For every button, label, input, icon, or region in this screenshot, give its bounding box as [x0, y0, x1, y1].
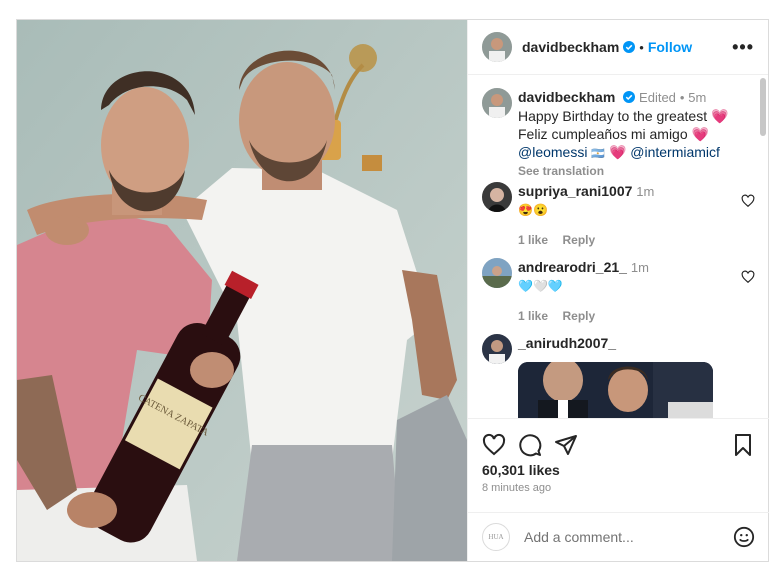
comment-time[interactable]: 1m — [636, 184, 654, 199]
comment-username[interactable]: supriya_rani1007 — [518, 183, 632, 199]
comment-avatar[interactable] — [482, 182, 512, 212]
photo-illustration: CATENA ZAPATA — [17, 20, 467, 561]
comment-avatar[interactable] — [482, 258, 512, 288]
comment-text: 😍😮 — [518, 203, 548, 217]
comment-avatar[interactable] — [482, 334, 512, 364]
add-comment-input[interactable]: Add a comment... — [524, 529, 634, 545]
caption-username[interactable]: davidbeckham — [518, 89, 615, 105]
post-time[interactable]: 8 minutes ago — [482, 482, 551, 494]
caption-dot: • — [679, 90, 685, 105]
more-icon[interactable]: ••• — [732, 37, 754, 58]
caption-line-1: Happy Birthday to the greatest 💗 — [518, 108, 729, 124]
follow-button[interactable]: Follow — [648, 39, 692, 55]
likes-count[interactable]: 60,301 likes — [482, 462, 560, 478]
author-avatar[interactable] — [482, 32, 512, 62]
comment-item: supriya_rani1007 1m 😍😮 1 like Reply — [482, 182, 755, 252]
edited-label: Edited — [639, 90, 676, 105]
reply-button[interactable]: Reply — [562, 233, 595, 247]
comment-username[interactable]: _anirudh2007_ — [518, 335, 616, 351]
comment-likes[interactable]: 1 like — [518, 233, 548, 247]
comment-username[interactable]: andrearodri_21_ — [518, 259, 627, 275]
caption-time[interactable]: 5m — [688, 90, 706, 105]
bookmark-icon[interactable] — [731, 433, 755, 457]
caption: davidbeckham Edited • 5m Happy Birthday … — [482, 88, 755, 178]
heart-emoji: 💗 — [608, 144, 627, 160]
comment-icon[interactable] — [518, 433, 542, 457]
comment-likes[interactable]: 1 like — [518, 309, 548, 323]
comments-scrollbar[interactable] — [760, 78, 766, 136]
comment-time[interactable]: 1m — [631, 260, 649, 275]
post-header: davidbeckham • Follow ••• — [468, 20, 768, 75]
caption-avatar[interactable] — [482, 88, 512, 118]
share-icon[interactable] — [554, 433, 578, 457]
mention-intermiamicf[interactable]: @intermiamicf — [630, 144, 720, 160]
mention-leomessi[interactable]: @leomessi — [518, 144, 587, 160]
reply-button[interactable]: Reply — [562, 309, 595, 323]
comment-image[interactable] — [518, 362, 713, 418]
viewer-avatar: HUA — [482, 523, 510, 551]
post-sidebar: davidbeckham • Follow ••• davidbeckham E… — [467, 20, 769, 561]
heart-icon[interactable] — [741, 194, 755, 208]
header-dot: • — [639, 39, 644, 55]
comment-item: andrearodri_21_ 1m 🩵🤍🩵 1 like Reply — [482, 258, 755, 328]
caption-line-2: Feliz cumpleaños mi amigo 💗 — [518, 126, 709, 142]
verified-icon — [623, 91, 636, 103]
verified-icon — [623, 41, 636, 53]
author-username[interactable]: davidbeckham — [522, 39, 619, 55]
heart-icon[interactable] — [482, 433, 506, 457]
instagram-post: CATENA ZAPATA davidbeckham • Follow ••• — [16, 19, 769, 562]
emoji-icon[interactable] — [733, 526, 755, 548]
comment-text: 🩵🤍🩵 — [518, 279, 563, 293]
post-photo[interactable]: CATENA ZAPATA — [17, 20, 467, 561]
flag-emoji: 🇦🇷 — [591, 148, 606, 160]
viewer-avatar-text: HUA — [488, 533, 504, 541]
comment-item: _anirudh2007_ — [482, 334, 755, 418]
comments-list[interactable]: davidbeckham Edited • 5m Happy Birthday … — [468, 76, 769, 418]
see-translation-link[interactable]: See translation — [518, 164, 755, 178]
post-actions: 60,301 likes 8 minutes ago — [468, 418, 769, 512]
add-comment-bar: HUA Add a comment... — [468, 512, 769, 561]
heart-icon[interactable] — [741, 270, 755, 284]
